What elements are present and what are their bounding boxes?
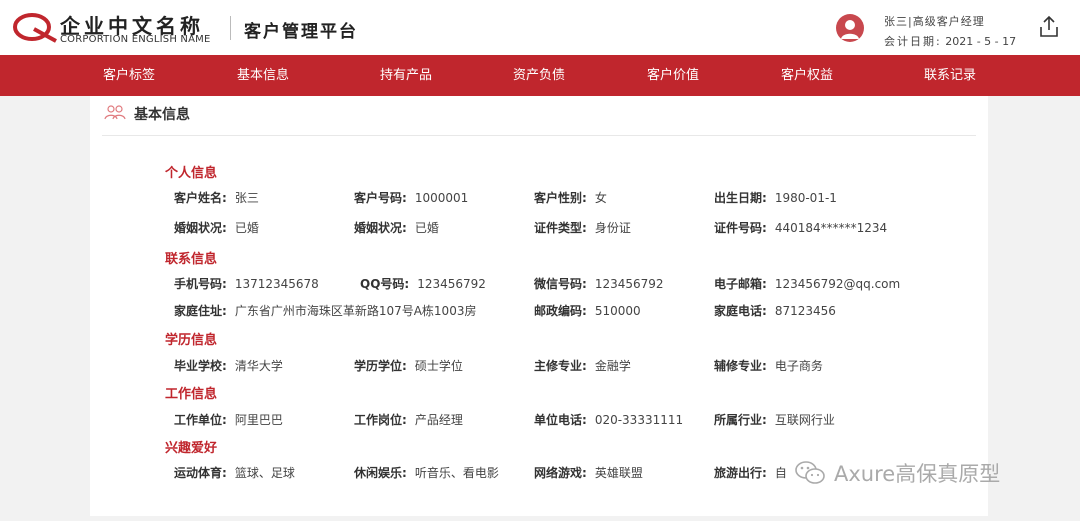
wechat-icon [795, 461, 825, 484]
nav-item-contact-records[interactable]: 联系记录 [917, 55, 983, 96]
field-home-address: 家庭住址: 广东省广州市海珠区革新路107号A栋1003房 [174, 304, 477, 318]
date-value: 2021 - 5 - 17 [945, 35, 1017, 48]
nav-item-customer-tags[interactable]: 客户标签 [96, 55, 162, 96]
nav-item-assets-liabilities[interactable]: 资产负债 [506, 55, 572, 96]
user-name-role: 张三|高级客户经理 [884, 15, 985, 28]
field-degree: 学历学位: 硕士学位 [354, 359, 463, 373]
section-title-education: 学历信息 [165, 333, 218, 348]
company-name-en: CORPORTION ENGLISH NAME [60, 34, 211, 45]
nav-item-holdings[interactable]: 持有产品 [373, 55, 439, 96]
date-label: 会计日期: [884, 35, 942, 48]
field-email: 电子邮箱: 123456792@qq.com [714, 277, 901, 291]
field-id-type: 证件类型: 身份证 [534, 221, 631, 235]
field-qq: QQ号码: 123456792 [360, 277, 486, 291]
top-header: 企业中文名称 CORPORTION ENGLISH NAME 客户管理平台 张三… [0, 0, 1080, 55]
nav-item-customer-value[interactable]: 客户价值 [640, 55, 706, 96]
platform-title: 客户管理平台 [244, 22, 358, 42]
card-title: 基本信息 [134, 107, 190, 123]
field-gender: 客户性别: 女 [534, 191, 607, 205]
field-position: 工作岗位: 产品经理 [354, 413, 463, 427]
field-marital-status: 婚姻状况: 已婚 [174, 221, 259, 235]
avatar[interactable] [836, 14, 864, 42]
watermark-text: Axure高保真原型 [834, 462, 1001, 486]
field-home-phone: 家庭电话: 87123456 [714, 304, 836, 318]
section-title-hobby: 兴趣爱好 [165, 441, 218, 456]
nav-item-basic-info[interactable]: 基本信息 [230, 55, 296, 96]
section-title-contact: 联系信息 [165, 252, 218, 267]
field-customer-number: 客户号码: 1000001 [354, 191, 469, 205]
field-industry: 所属行业: 互联网行业 [714, 413, 835, 427]
people-icon [104, 105, 126, 120]
field-wechat: 微信号码: 123456792 [534, 277, 664, 291]
section-title-work: 工作信息 [165, 387, 218, 402]
section-title-personal: 个人信息 [165, 166, 218, 181]
field-minor: 辅修专业: 电子商务 [714, 359, 823, 373]
field-birth-date: 出生日期: 1980-01-1 [714, 191, 837, 205]
field-marital-status-2: 婚姻状况: 已婚 [354, 221, 439, 235]
share-icon[interactable] [1036, 14, 1062, 40]
field-leisure: 休闲娱乐: 听音乐、看电影 [354, 466, 499, 480]
field-school: 毕业学校: 清华大学 [174, 359, 283, 373]
field-customer-name: 客户姓名: 张三 [174, 191, 259, 205]
field-work-phone: 单位电话: 020-33331111 [534, 413, 684, 427]
field-travel: 旅游出行: 自 [714, 466, 787, 480]
company-logo-icon [13, 13, 57, 43]
field-employer: 工作单位: 阿里巴巴 [174, 413, 283, 427]
main-nav: 客户标签 基本信息 持有产品 资产负债 客户价值 客户权益 联系记录 [0, 55, 1080, 96]
field-online-games: 网络游戏: 英雄联盟 [534, 466, 643, 480]
field-major: 主修专业: 金融学 [534, 359, 631, 373]
field-id-number: 证件号码: 440184******1234 [714, 221, 888, 235]
nav-item-customer-rights[interactable]: 客户权益 [774, 55, 840, 96]
field-postal-code: 邮政编码: 510000 [534, 304, 641, 318]
field-mobile: 手机号码: 13712345678 [174, 277, 319, 291]
title-divider [230, 16, 231, 40]
basic-info-card: 基本信息 个人信息 客户姓名: 张三 客户号码: 1000001 客户性别: 女 出生… [90, 96, 988, 516]
user-icon [841, 20, 859, 39]
field-sports: 运动体育: 篮球、足球 [174, 466, 295, 480]
accounting-date: 会计日期: 2021 - 5 - 17 [884, 33, 1016, 49]
card-header: 基本信息 [102, 100, 976, 136]
